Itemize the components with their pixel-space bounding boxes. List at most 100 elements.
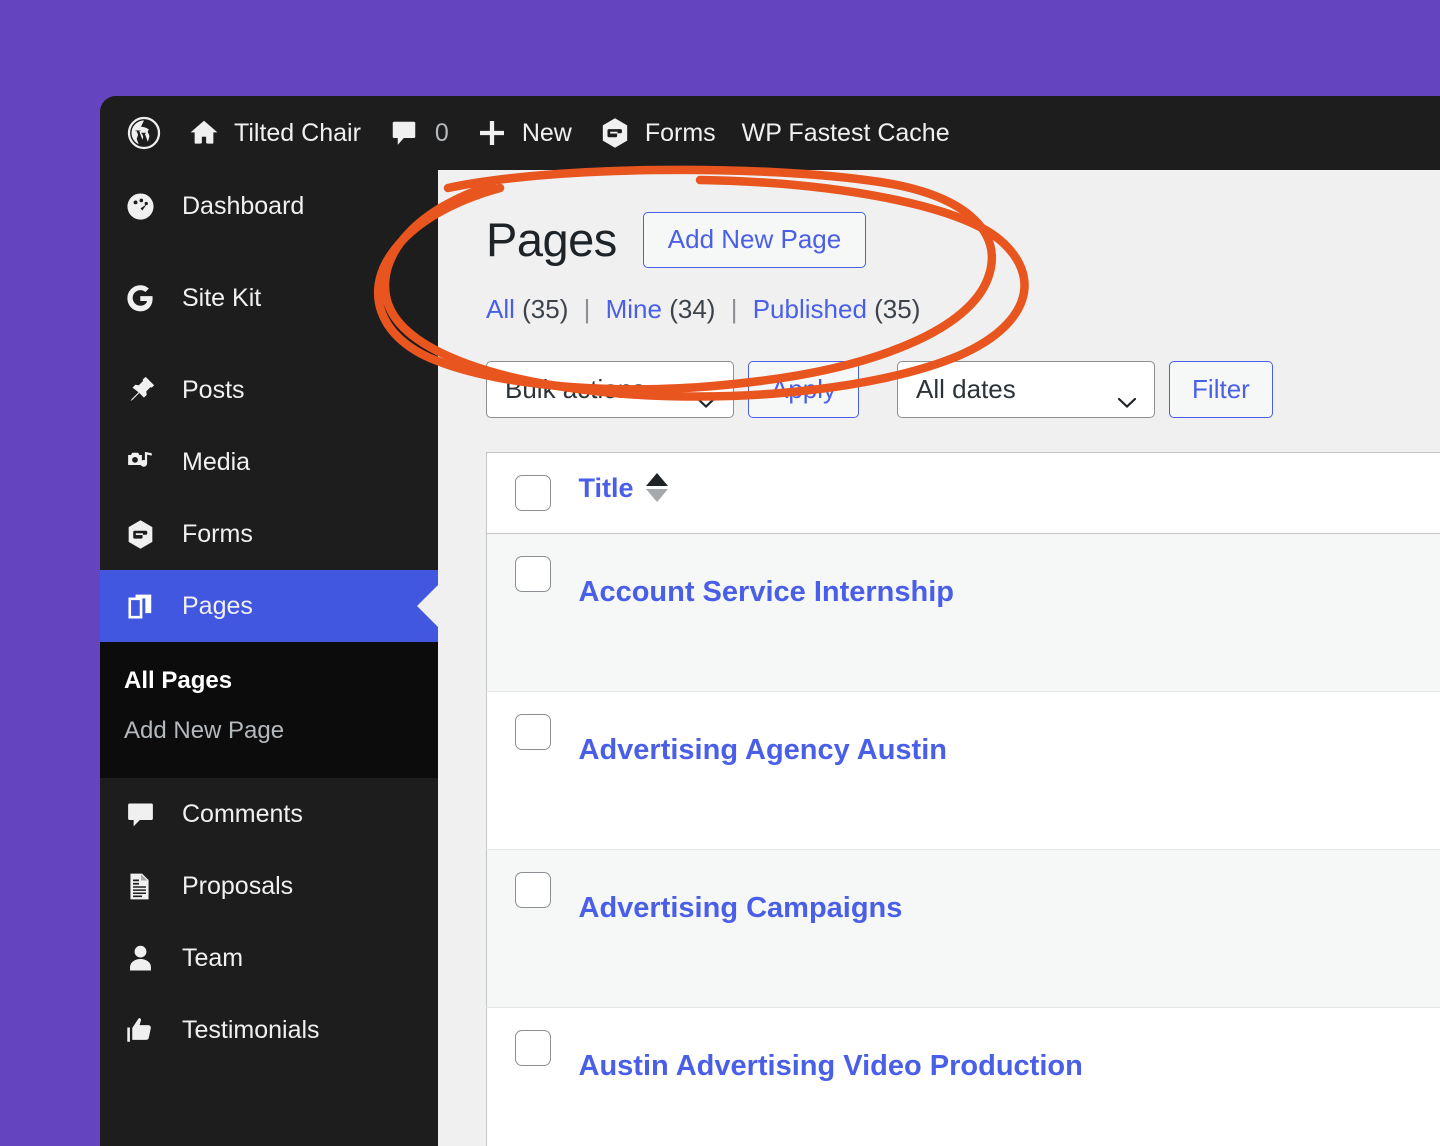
sidebar-item-testimonials[interactable]: Testimonials [100,994,438,1066]
row-checkbox[interactable] [515,556,551,592]
pages-list-table: Title Account Service Internship [486,452,1440,1146]
add-new-page-button[interactable]: Add New Page [643,212,866,268]
date-filter-select[interactable]: All dates [897,361,1155,418]
bulk-actions-select[interactable]: Bulk actions [486,361,734,418]
table-navigation-top: Bulk actions Apply All dates Filter [438,325,1440,418]
row-title-cell: Account Service Internship [579,533,1440,691]
sidebar-item-comments-label: Comments [182,800,303,829]
adminbar-new-label: New [522,119,572,148]
filter-button[interactable]: Filter [1169,361,1273,418]
chevron-down-icon [1118,384,1136,394]
row-select-cell [487,1007,579,1146]
sidebar-item-team-label: Team [182,944,243,973]
adminbar-site-name-label: Tilted Chair [234,119,361,148]
sidebar-separator [100,242,438,262]
posts-pin-icon [124,374,170,407]
sort-indicator-icon[interactable] [646,473,668,502]
wp-admin-bar: Tilted Chair 0 New [100,96,1440,170]
home-icon [187,116,221,150]
sidebar-item-proposals[interactable]: Proposals [100,850,438,922]
view-separator: | [584,294,591,324]
adminbar-wordpress-logo[interactable] [114,96,174,170]
row-checkbox[interactable] [515,872,551,908]
admin-sidebar-menu: Dashboard Site Kit Posts [100,170,438,1146]
table-row: Account Service Internship [487,533,1440,691]
admin-content-area: Pages Add New Page All (35) | Mine (34) … [438,170,1440,1146]
row-checkbox[interactable] [515,714,551,750]
row-select-cell [487,691,579,849]
wordpress-logo-icon [127,116,161,150]
column-header-title[interactable]: Title [579,452,1440,533]
date-filter-value: All dates [916,374,1016,405]
sidebar-item-dashboard[interactable]: Dashboard [100,170,438,242]
sidebar-item-pages-label: Pages [182,592,253,621]
page-title: Pages [486,212,617,267]
page-header: Pages Add New Page [438,170,1440,268]
view-link-published[interactable]: Published [753,294,867,324]
adminbar-wp-fastest-cache[interactable]: WP Fastest Cache [729,96,963,170]
select-all-header [487,452,579,533]
comment-icon [387,116,421,150]
plus-icon [475,116,509,150]
team-user-icon [124,942,170,975]
column-header-title-link[interactable]: Title [579,473,634,503]
sidebar-item-pages[interactable]: Pages [100,570,438,642]
table-head: Title [487,452,1440,533]
adminbar-comments[interactable]: 0 [374,96,462,170]
sidebar-item-team[interactable]: Team [100,922,438,994]
page-title-link[interactable]: Advertising Agency Austin [579,714,947,767]
view-count-all: (35) [522,294,568,324]
page-title-link[interactable]: Advertising Campaigns [579,872,903,925]
row-checkbox[interactable] [515,1030,551,1066]
table-header-row: Title [487,452,1440,533]
sidebar-item-posts-label: Posts [182,376,245,405]
sidebar-submenu-pages: All Pages Add New Page [100,642,438,778]
adminbar-comment-count: 0 [435,119,449,148]
dashboard-icon [124,190,170,223]
view-count-mine: (34) [669,294,715,324]
view-link-all[interactable]: All [486,294,515,324]
sort-desc-arrow-icon [646,489,668,502]
page-title-link[interactable]: Account Service Internship [579,556,955,609]
row-title-cell: Advertising Agency Austin [579,691,1440,849]
page-title-link[interactable]: Austin Advertising Video Production [579,1030,1083,1083]
row-select-cell [487,849,579,1007]
table-body: Account Service Internship Advertising A… [487,533,1440,1146]
row-title-cell: Austin Advertising Video Production [579,1007,1440,1146]
sidebar-item-dashboard-label: Dashboard [182,192,304,221]
table-row: Advertising Campaigns [487,849,1440,1007]
view-filter-links: All (35) | Mine (34) | Published (35) [438,268,1440,325]
view-link-mine[interactable]: Mine [606,294,662,324]
row-select-cell [487,533,579,691]
sidebar-item-forms[interactable]: Forms [100,498,438,570]
apply-button[interactable]: Apply [748,361,859,418]
sidebar-item-comments[interactable]: Comments [100,778,438,850]
google-site-kit-icon [124,282,170,314]
adminbar-wp-fastest-cache-label: WP Fastest Cache [742,119,950,148]
sidebar-item-forms-label: Forms [182,520,253,549]
table-row: Austin Advertising Video Production [487,1007,1440,1146]
comments-icon [124,798,170,831]
select-all-checkbox[interactable] [515,475,551,511]
sidebar-item-testimonials-label: Testimonials [182,1016,320,1045]
sidebar-submenu-item-add-new-page[interactable]: Add New Page [100,706,438,756]
view-count-published: (35) [874,294,920,324]
adminbar-site-name[interactable]: Tilted Chair [174,96,374,170]
sidebar-item-posts[interactable]: Posts [100,354,438,426]
row-title-cell: Advertising Campaigns [579,849,1440,1007]
adminbar-new-content[interactable]: New [462,96,585,170]
bulk-actions-value: Bulk actions [505,374,645,405]
chevron-down-icon [697,384,715,394]
sidebar-item-site-kit[interactable]: Site Kit [100,262,438,334]
sidebar-item-proposals-label: Proposals [182,872,293,901]
adminbar-forms[interactable]: Forms [585,96,729,170]
sidebar-separator [100,334,438,354]
gravity-forms-icon [598,116,632,150]
sidebar-item-media[interactable]: Media [100,426,438,498]
gravity-forms-icon [124,518,170,551]
sidebar-submenu-item-all-pages[interactable]: All Pages [100,656,438,706]
admin-window: Tilted Chair 0 New [100,96,1440,1146]
sidebar-item-media-label: Media [182,448,250,477]
media-icon [124,446,170,479]
view-separator: | [731,294,738,324]
